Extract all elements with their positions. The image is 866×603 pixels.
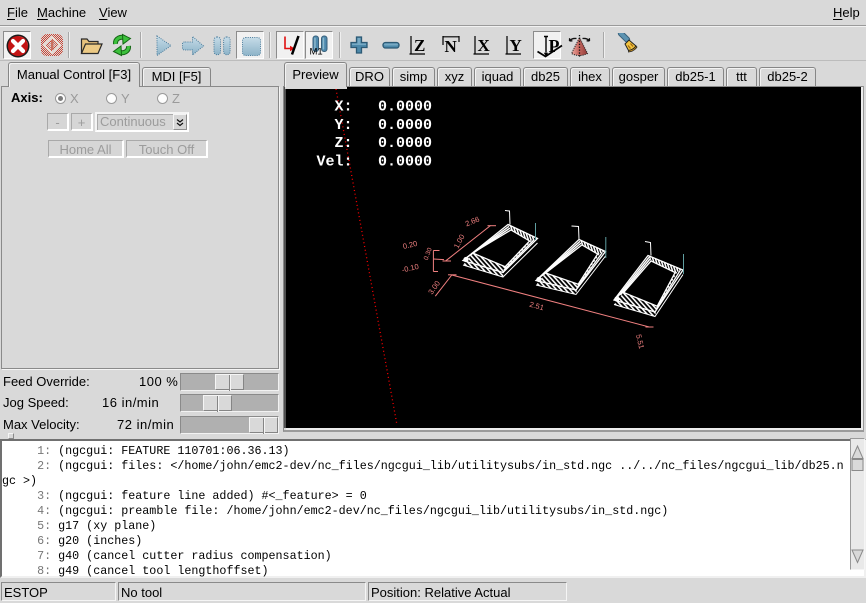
svg-text:0.0000: 0.0000 [378, 135, 432, 152]
svg-text:Y: Y [510, 36, 522, 55]
svg-text:3.00: 3.00 [426, 279, 442, 296]
svg-text:Y:: Y: [334, 117, 352, 134]
svg-text:Vel:: Vel: [316, 153, 352, 170]
svg-text:-0.10: -0.10 [401, 262, 420, 275]
svg-text:P: P [549, 36, 560, 56]
svg-text:N: N [445, 37, 458, 56]
svg-text:0.20: 0.20 [402, 239, 418, 251]
svg-text:Z: Z [414, 36, 425, 55]
svg-text:2.66: 2.66 [464, 215, 481, 229]
svg-text:Z:: Z: [334, 135, 352, 152]
svg-text:0.0000: 0.0000 [378, 117, 432, 134]
svg-text:X:: X: [334, 99, 352, 116]
svg-text:M1: M1 [310, 47, 323, 58]
svg-text:2.51: 2.51 [528, 300, 544, 312]
svg-text:X: X [478, 36, 491, 55]
svg-text:0.0000: 0.0000 [378, 99, 432, 116]
svg-text:1.00: 1.00 [452, 233, 467, 250]
svg-text:5.51: 5.51 [634, 333, 646, 349]
svg-text:0.0000: 0.0000 [378, 153, 432, 170]
svg-text:0.30: 0.30 [423, 247, 434, 262]
